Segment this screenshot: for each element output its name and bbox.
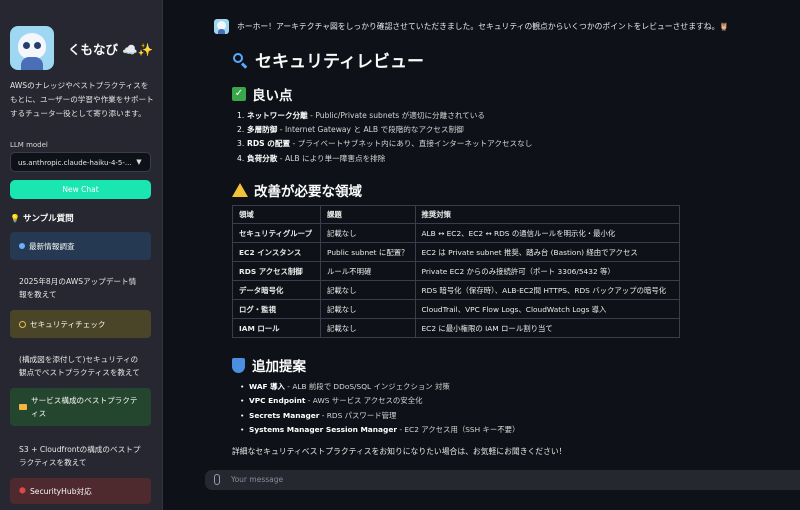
chat-input[interactable]: Your message [205, 470, 800, 490]
folder-icon [19, 404, 27, 410]
table-cell: ALB ↔ EC2、EC2 ↔ RDS の通信ルールを明示化・最小化 [414, 223, 680, 243]
table-cell: EC2 は Private subnet 推奨、踏み台 (Bastion) 経由… [414, 242, 680, 262]
sample-question-security-best-practice[interactable]: (構成図を添付して)セキュリティの観点でベストプラクティスを教えて [10, 350, 151, 382]
list-item: 4. 負荷分散 - ALB により単一障害点を排除 [237, 153, 386, 163]
list-item: • Secrets Manager - RDS パスワード管理 [240, 410, 397, 420]
list-item: • WAF 導入 - ALB 前段で DDoS/SQL インジェクション 対策 [240, 382, 450, 391]
brand: くもなび ☁️✨ [10, 26, 153, 70]
table-cell: Private EC2 からのみ接続許可（ポート 3306/5432 等） [414, 261, 680, 281]
assistant-avatar [214, 19, 229, 34]
magnifier-icon [232, 52, 248, 69]
table-row: セキュリティグループ 記載なし ALB ↔ EC2、EC2 ↔ RDS の通信ル… [232, 223, 680, 243]
table-row: ログ・監視 記載なし CloudTrail、VPC Flow Logs、Clou… [232, 299, 680, 319]
list-item: • Systems Manager Session Manager - EC2 ア… [240, 424, 520, 434]
table-cell: RDS 暗号化（保存時）、ALB-EC2間 HTTPS、RDS バックアップの暗… [414, 280, 680, 300]
sample-card-service-architecture[interactable]: サービス構成のベストプラクティス [10, 388, 151, 426]
list-item: • VPC Endpoint - AWS サービス アクセスの安全化 [240, 396, 423, 406]
column-header: 領域 [232, 205, 321, 224]
chevron-down-icon: ▼ [136, 158, 142, 166]
list-item: 3. RDS の配置 - プライベートサブネット内にあり、直接インターネットアクセ… [237, 139, 533, 149]
table-cell: EC2 インスタンス [232, 242, 321, 262]
table-cell: EC2 に最小権限の IAM ロール割り当て [414, 318, 680, 338]
hexagon-icon: ⬢ [19, 486, 26, 495]
table-cell: セキュリティグループ [232, 223, 321, 243]
extra-suggestions-heading: 追加提案 [232, 355, 306, 375]
sample-card-latest-info[interactable]: 最新情報調査 [10, 232, 151, 260]
assistant-message-header: ホーホー！アーキテクチャ図をしっかり確認させていただきました。セキュリティの観点… [214, 19, 729, 34]
extra-suggestions-list: • WAF 導入 - ALB 前段で DDoS/SQL インジェクション 対策 •… [240, 380, 519, 437]
table-header-row: 領域 課題 推奨対策 [232, 205, 680, 224]
good-points-list: 1. ネットワーク分離 - Public/Private subnets が適切に… [237, 109, 532, 166]
sample-question-s3-cloudfront[interactable]: S3 + Cloudfrontの構成のベストプラクティスを教えて [10, 440, 151, 472]
warning-icon [232, 183, 248, 197]
improvement-heading: 改善が必要な領域 [232, 180, 362, 200]
table-row: RDS アクセス制御 ルール不明確 Private EC2 からのみ接続許可（ポ… [232, 261, 680, 281]
table-row: EC2 インスタンス Public subnet に配置？ EC2 は Priv… [232, 242, 680, 262]
table-cell: 記載なし [320, 299, 416, 319]
sample-questions-title: 💡 サンプル質問 [10, 214, 74, 224]
improvement-table: 領域 課題 推奨対策 セキュリティグループ 記載なし ALB ↔ EC2、EC2… [232, 205, 680, 338]
table-cell: データ暗号化 [232, 280, 321, 300]
check-icon: ✓ [232, 87, 246, 101]
new-chat-button[interactable]: New Chat [10, 180, 151, 199]
llm-model-label: LLM model [10, 141, 48, 149]
closing-message: 詳細なセキュリティベストプラクティスをお知りになりたい場合は、お気軽にお聞きくだ… [232, 447, 567, 456]
llm-model-value: us.anthropic.claude-haiku-4-5-... [18, 159, 132, 167]
list-item: 2. 多層防御 - Internet Gateway と ALB で段階的なアクセ… [237, 125, 464, 135]
sidebar: くもなび ☁️✨ AWSのナレッジやベストプラクティスをもとに、ユーザーの学習や… [0, 0, 163, 510]
sample-card-securityhub[interactable]: ⬢ SecurityHub対応 [10, 478, 151, 504]
table-row: IAM ロール 記載なし EC2 に最小権限の IAM ロール割り当て [232, 318, 680, 338]
chat-input-placeholder: Your message [231, 475, 284, 484]
table-row: データ暗号化 記載なし RDS 暗号化（保存時）、ALB-EC2間 HTTPS、… [232, 280, 680, 300]
table-cell: RDS アクセス制御 [232, 261, 321, 281]
table-cell: 記載なし [320, 318, 416, 338]
table-cell: 記載なし [320, 280, 416, 300]
sample-question-aws-updates[interactable]: 2025年8月のAWSアップデート情報を教えて [10, 272, 151, 304]
sample-card-security-check[interactable]: セキュリティチェック [10, 310, 151, 338]
owl-logo [10, 26, 54, 70]
list-item: 1. ネットワーク分離 - Public/Private subnets が適切に… [237, 111, 485, 120]
table-cell: Public subnet に配置？ [320, 242, 416, 262]
lightbulb-icon: 💡 [10, 214, 20, 223]
brand-name: くもなび ☁️✨ [68, 41, 154, 57]
intro-text: AWSのナレッジやベストプラクティスをもとに、ユーザーの学習や作業をサポートする… [10, 81, 154, 118]
table-cell: ログ・監視 [232, 299, 321, 319]
page-title: セキュリティレビュー [232, 47, 424, 72]
attach-icon[interactable] [214, 474, 220, 485]
table-cell: IAM ロール [232, 318, 321, 338]
assistant-greeting: ホーホー！アーキテクチャ図をしっかり確認させていただきました。セキュリティの観点… [237, 22, 730, 31]
table-cell: CloudTrail、VPC Flow Logs、CloudWatch Logs… [414, 299, 680, 319]
blue-dot-icon [19, 243, 25, 249]
column-header: 課題 [320, 205, 416, 224]
table-cell: ルール不明確 [320, 261, 416, 281]
table-cell: 記載なし [320, 223, 416, 243]
shield-icon [232, 357, 245, 373]
column-header: 推奨対策 [414, 205, 680, 224]
yellow-circle-icon [19, 320, 26, 328]
llm-model-select[interactable]: us.anthropic.claude-haiku-4-5-... ▼ [10, 152, 151, 172]
good-points-heading: ✓ 良い点 [232, 84, 293, 104]
